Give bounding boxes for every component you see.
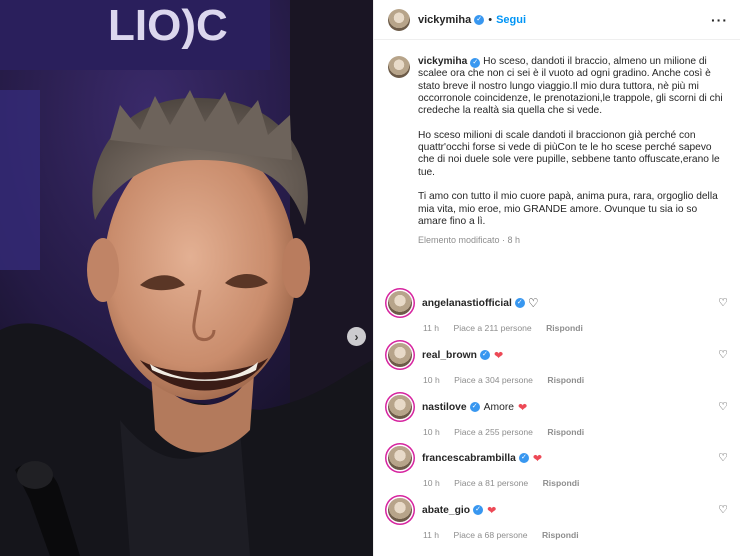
like-comment-icon[interactable]: ♡ bbox=[718, 296, 728, 309]
comment-time[interactable]: 10 h bbox=[423, 375, 440, 385]
comment-likes[interactable]: Piace a 304 persone bbox=[454, 375, 533, 385]
header-separator: • bbox=[488, 13, 493, 26]
comment-time[interactable]: 11 h bbox=[423, 530, 439, 540]
caption-username[interactable]: vickymiha bbox=[418, 56, 467, 67]
caption-paragraph: vickymiha ✓ Ho sceso, dandoti il braccio,… bbox=[418, 56, 723, 117]
comment-likes[interactable]: Piace a 68 persone bbox=[453, 530, 527, 540]
post-photo[interactable]: LIO)C › bbox=[0, 0, 373, 556]
comment: nastilove ✓ Amore ❤ 10 h Piace a 255 per… bbox=[388, 395, 728, 437]
comment-meta: 10 h Piace a 255 persone Rispondi bbox=[423, 427, 728, 437]
verified-badge-icon: ✓ bbox=[514, 298, 525, 308]
author-username[interactable]: vickymiha bbox=[418, 14, 471, 26]
more-horizontal-icon[interactable]: ··· bbox=[711, 12, 728, 28]
caption: vickymiha ✓ Ho sceso, dandoti il braccio,… bbox=[388, 56, 728, 246]
commenter-avatar[interactable] bbox=[388, 291, 412, 315]
heart-outline-icon: ♡ bbox=[527, 296, 539, 310]
follow-button[interactable]: Segui bbox=[496, 14, 526, 26]
comment-time[interactable]: 10 h bbox=[423, 427, 440, 437]
comment-likes[interactable]: Piace a 255 persone bbox=[454, 427, 533, 437]
commenter-avatar[interactable] bbox=[388, 498, 412, 522]
comment-username[interactable]: abate_gio bbox=[422, 505, 470, 516]
verified-badge-icon: ✓ bbox=[469, 402, 480, 412]
reply-button[interactable]: Rispondi bbox=[547, 375, 584, 385]
like-comment-icon[interactable]: ♡ bbox=[718, 400, 728, 413]
comment-username[interactable]: real_brown bbox=[422, 350, 477, 361]
verified-badge-icon: ✓ bbox=[474, 14, 485, 25]
comment-username[interactable]: francescabrambilla bbox=[422, 453, 516, 464]
red-heart-icon: ❤ bbox=[487, 504, 497, 517]
red-heart-icon: ❤ bbox=[532, 452, 543, 465]
author-avatar[interactable] bbox=[388, 8, 410, 31]
verified-badge-icon: ✓ bbox=[473, 505, 484, 515]
reply-button[interactable]: Rispondi bbox=[547, 427, 584, 437]
comment: abate_gio ✓ ❤ 11 h Piace a 68 persone Ri… bbox=[388, 498, 728, 540]
next-image-button[interactable]: › bbox=[347, 327, 366, 346]
comment: francescabrambilla ✓ ❤ 10 h Piace a 81 p… bbox=[388, 446, 728, 488]
commenter-avatar[interactable] bbox=[388, 446, 412, 470]
reply-button[interactable]: Rispondi bbox=[543, 478, 580, 488]
photo-illustration: LIO)C bbox=[0, 0, 373, 556]
comment-username[interactable]: angelanastiofficial bbox=[422, 298, 512, 309]
comment: real_brown ✓ ❤ 10 h Piace a 304 persone … bbox=[388, 343, 728, 385]
commenter-avatar[interactable] bbox=[388, 343, 412, 367]
post-header: vickymiha ✓ • Segui ··· bbox=[374, 0, 740, 40]
comment-meta: 10 h Piace a 304 persone Rispondi bbox=[423, 375, 728, 385]
post-side-panel: vickymiha ✓ • Segui ··· vickymiha ✓ Ho sc… bbox=[373, 0, 740, 556]
caption-paragraph: Ti amo con tutto il mio cuore papà, anim… bbox=[418, 191, 718, 227]
comment-likes[interactable]: Piace a 81 persone bbox=[454, 478, 528, 488]
like-comment-icon[interactable]: ♡ bbox=[718, 503, 728, 516]
red-heart-icon: ❤ bbox=[493, 349, 504, 362]
comment-meta: 11 h Piace a 68 persone Rispondi bbox=[423, 530, 728, 540]
comment-meta: 11 h Piace a 211 persone Rispondi bbox=[423, 323, 728, 333]
comment-time[interactable]: 10 h bbox=[423, 478, 440, 488]
like-comment-icon[interactable]: ♡ bbox=[718, 348, 728, 361]
comment: angelanastiofficial ✓ ♡ 11 h Piace a 211… bbox=[388, 291, 728, 333]
comment-time[interactable]: 11 h bbox=[423, 323, 439, 333]
svg-text:LIO)C: LIO)C bbox=[108, 1, 228, 50]
like-comment-icon[interactable]: ♡ bbox=[718, 451, 728, 464]
reply-button[interactable]: Rispondi bbox=[542, 530, 579, 540]
commenter-avatar[interactable] bbox=[388, 395, 412, 419]
reply-button[interactable]: Rispondi bbox=[546, 323, 583, 333]
comment-username[interactable]: nastilove bbox=[422, 402, 467, 413]
verified-badge-icon: ✓ bbox=[470, 58, 481, 68]
caption-paragraph: Ho sceso milioni di scale dandoti il bra… bbox=[418, 129, 720, 178]
comment-text: Amore bbox=[483, 401, 514, 413]
comment-meta: 10 h Piace a 81 persone Rispondi bbox=[423, 478, 728, 488]
verified-badge-icon: ✓ bbox=[479, 350, 490, 360]
edited-label: Elemento modificato · 8 h bbox=[418, 235, 521, 246]
caption-avatar[interactable] bbox=[388, 56, 410, 78]
red-heart-icon: ❤ bbox=[517, 401, 528, 414]
comment-likes[interactable]: Piace a 211 persone bbox=[453, 323, 531, 333]
verified-badge-icon: ✓ bbox=[518, 453, 529, 463]
